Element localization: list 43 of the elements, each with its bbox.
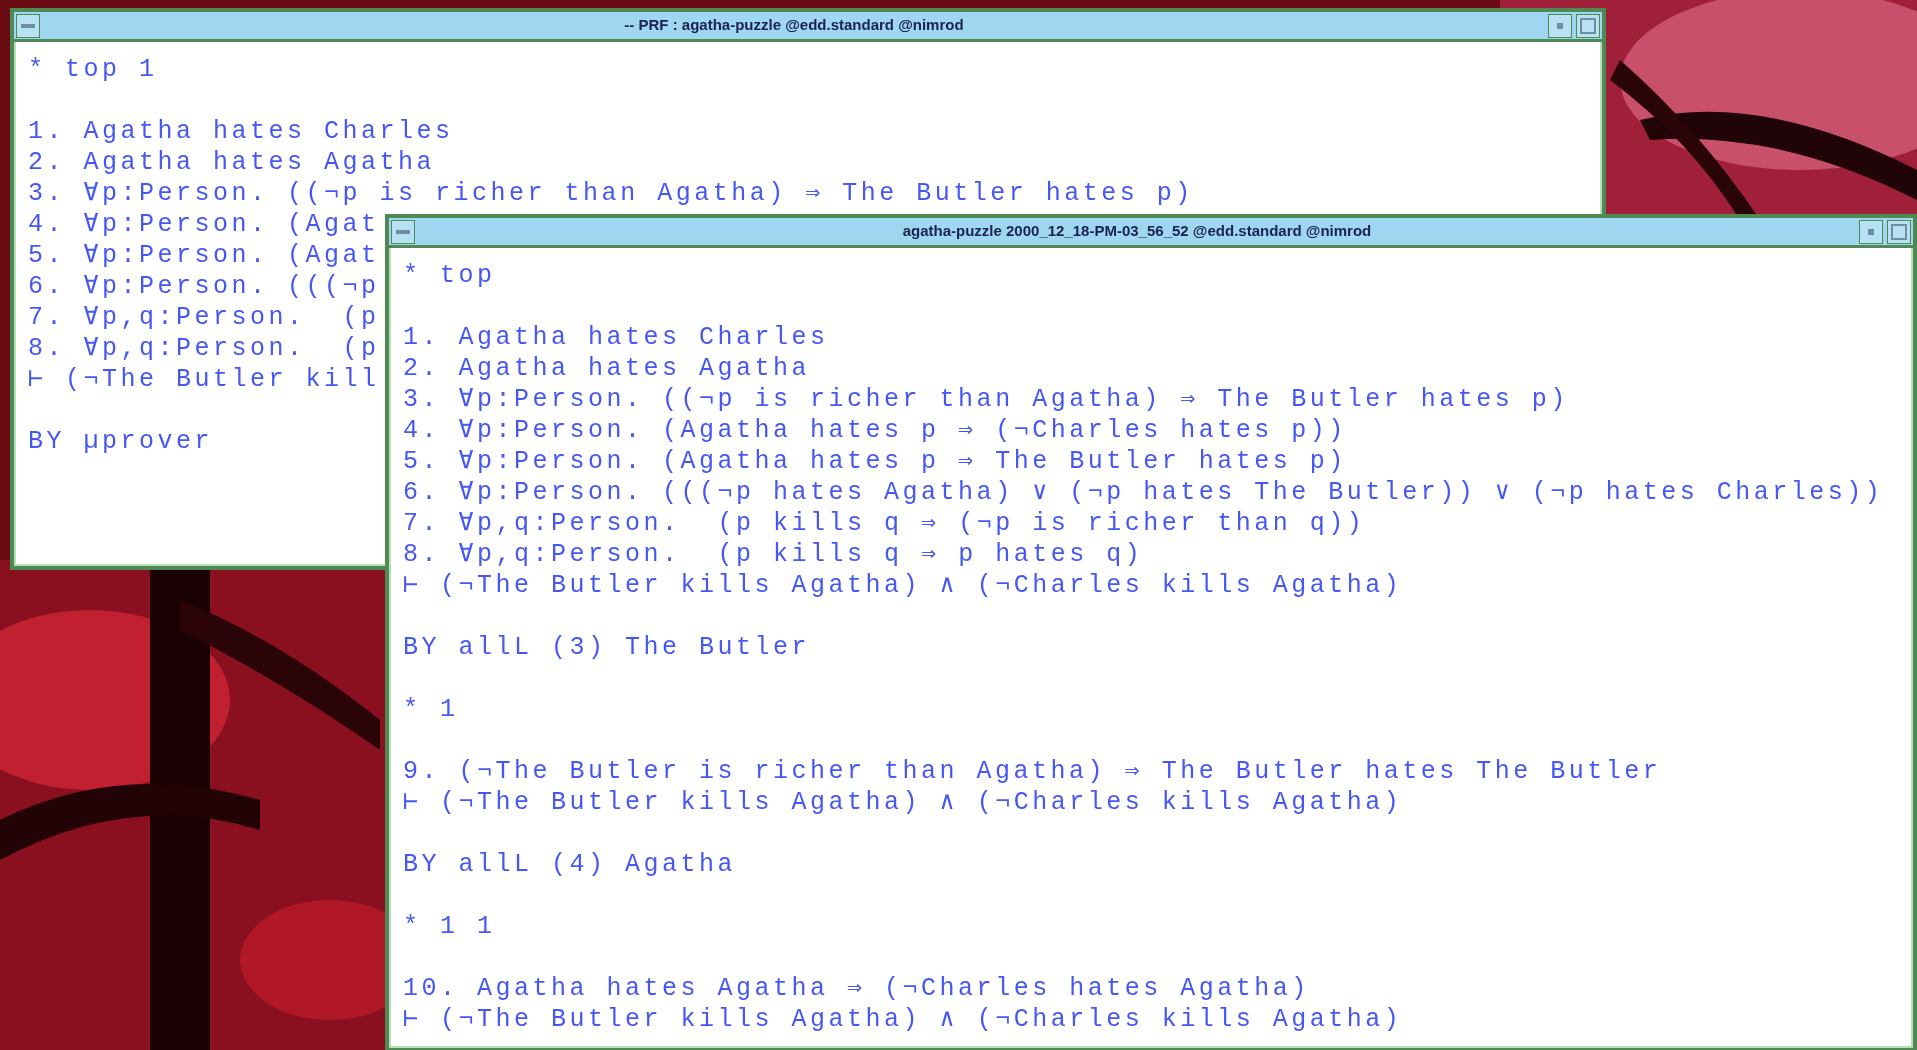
proof-line: * 1 1 <box>403 911 496 942</box>
proof-line: 1. Agatha hates Charles <box>28 116 454 147</box>
minimize-button[interactable] <box>1859 219 1883 244</box>
window-menu-button[interactable] <box>391 219 415 244</box>
proof-line: 8. ∀p,q:Person. (p <box>28 333 380 364</box>
minimize-icon <box>1868 228 1874 235</box>
proof-line: * top <box>403 260 496 291</box>
proof-line: 2. Agatha hates Agatha <box>28 147 436 178</box>
proof-line: 5. ∀p:Person. (Agatha hates p ⇒ The Butler hates p) <box>403 446 1347 477</box>
dash-icon <box>21 23 35 28</box>
proof-line: * 1 <box>403 694 459 725</box>
proof-line: 9. (¬The Butler is richer than Agatha) ⇒ The Butler hates The Butler <box>403 756 1662 787</box>
proof-line: 4. ∀p:Person. (Agatha hates p ⇒ (¬Charles hates p)) <box>403 415 1347 446</box>
proof-line: 3. ∀p:Person. ((¬p is richer than Agatha) ⇒ The Butler hates p) <box>403 384 1569 415</box>
proof-line: 6. ∀p:Person. (((¬p hates Agatha) ∨ (¬p hates The Butler)) ∨ (¬p hates Charles)) <box>403 477 1884 508</box>
proof-line: BY allL (4) Agatha <box>403 849 737 880</box>
proof-line: * top 1 <box>28 54 158 85</box>
proof-line: ⊢ (¬The Butler kills Agatha) ∧ (¬Charles kills Agatha) <box>403 570 1403 601</box>
proof-line: 8. ∀p,q:Person. (p kills q ⇒ p hates q) <box>403 539 1144 570</box>
maximize-button[interactable] <box>1887 219 1911 244</box>
proof-line: 7. ∀p,q:Person. (p kills q ⇒ (¬p is richer than q)) <box>403 508 1366 539</box>
proof-line: 2. Agatha hates Agatha <box>403 353 811 384</box>
minimize-button[interactable] <box>1548 13 1572 38</box>
proof-line: 4. ∀p:Person. (Agat <box>28 209 380 240</box>
proof-line: 1. Agatha hates Charles <box>403 322 829 353</box>
proof-line: ⊢ (¬The Butler kill <box>28 364 380 395</box>
proof-line: 7. ∀p,q:Person. (p <box>28 302 380 333</box>
proof-line: 5. ∀p:Person. (Agat <box>28 240 380 271</box>
window-title: agatha-puzzle 2000_12_18-PM-03_56_52 @edd.standard @nimrod <box>902 222 1372 240</box>
proof-line: BY allL (3) The Butler <box>403 632 811 663</box>
proof-line: ⊢ (¬The Butler kills Agatha) ∧ (¬Charles kills Agatha) <box>403 787 1403 818</box>
maximize-icon <box>1580 17 1596 34</box>
proof-line: ⊢ (¬The Butler kills Agatha) ∧ (¬Charles kills Agatha) <box>403 1004 1403 1035</box>
window-menu-button[interactable] <box>16 13 40 38</box>
maximize-button[interactable] <box>1576 13 1600 38</box>
proof-line: 10. Agatha hates Agatha ⇒ (¬Charles hates Agatha) <box>403 973 1310 1004</box>
window-title: -- PRF : agatha-puzzle @edd.standard @nimrod <box>624 16 964 34</box>
proof-line: 3. ∀p:Person. ((¬p is richer than Agatha) ⇒ The Butler hates p) <box>28 178 1194 209</box>
proof-line: BY µprover <box>28 426 214 457</box>
proof-line: 6. ∀p:Person. (((¬p <box>28 271 380 302</box>
minimize-icon <box>1557 22 1563 29</box>
dash-icon <box>396 229 410 234</box>
maximize-icon <box>1891 223 1907 240</box>
